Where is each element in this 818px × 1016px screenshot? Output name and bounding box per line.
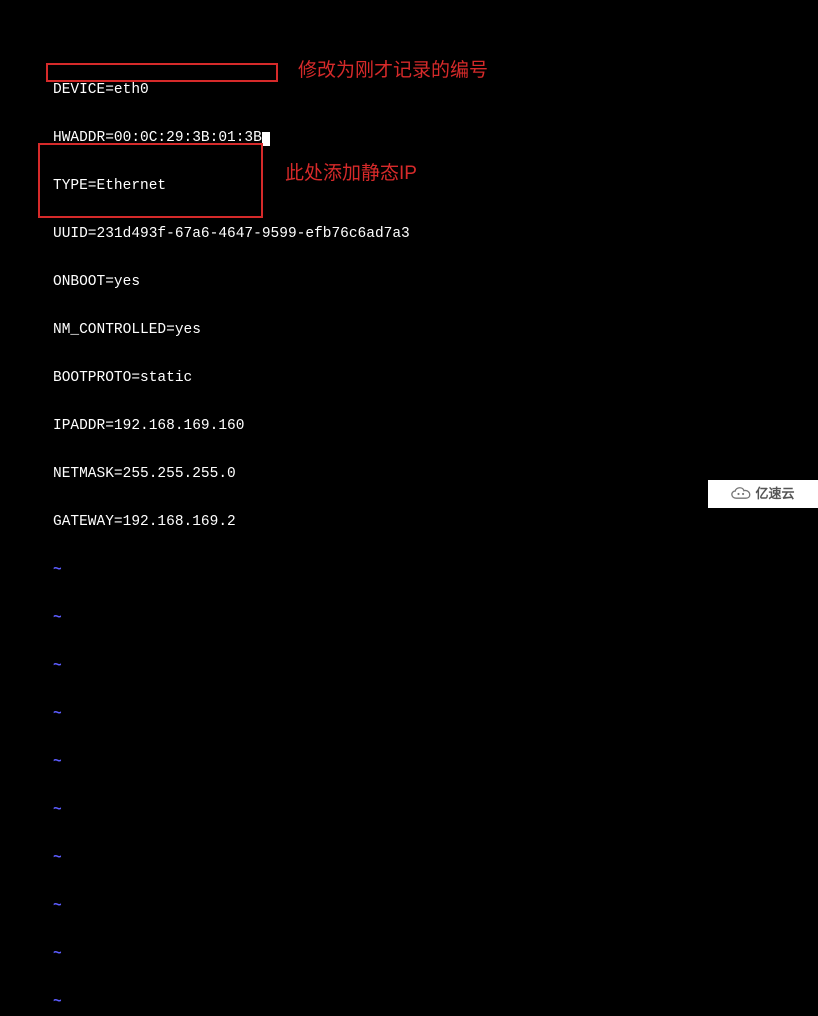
- text-cursor: [262, 132, 270, 146]
- config-line: GATEWAY=192.168.169.2: [53, 514, 410, 530]
- config-line: DEVICE=eth0: [53, 82, 410, 98]
- empty-line-tilde: ~: [53, 610, 410, 626]
- cloud-icon: [731, 487, 751, 501]
- annotation-hwaddr: 修改为刚才记录的编号: [298, 63, 488, 79]
- watermark: 亿速云: [708, 480, 818, 508]
- config-line: HWADDR=00:0C:29:3B:01:3B: [53, 130, 410, 146]
- config-line: NM_CONTROLLED=yes: [53, 322, 410, 338]
- terminal-editor[interactable]: DEVICE=eth0 HWADDR=00:0C:29:3B:01:3B TYP…: [53, 50, 410, 1016]
- annotation-static-ip: 此处添加静态IP: [285, 166, 417, 182]
- config-line: BOOTPROTO=static: [53, 370, 410, 386]
- config-line: IPADDR=192.168.169.160: [53, 418, 410, 434]
- empty-line-tilde: ~: [53, 802, 410, 818]
- empty-line-tilde: ~: [53, 898, 410, 914]
- config-line: NETMASK=255.255.255.0: [53, 466, 410, 482]
- empty-line-tilde: ~: [53, 658, 410, 674]
- empty-line-tilde: ~: [53, 946, 410, 962]
- config-line: ONBOOT=yes: [53, 274, 410, 290]
- empty-line-tilde: ~: [53, 706, 410, 722]
- empty-line-tilde: ~: [53, 562, 410, 578]
- watermark-text: 亿速云: [755, 486, 794, 502]
- config-line: UUID=231d493f-67a6-4647-9599-efb76c6ad7a…: [53, 226, 410, 242]
- empty-line-tilde: ~: [53, 754, 410, 770]
- empty-line-tilde: ~: [53, 994, 410, 1010]
- empty-line-tilde: ~: [53, 850, 410, 866]
